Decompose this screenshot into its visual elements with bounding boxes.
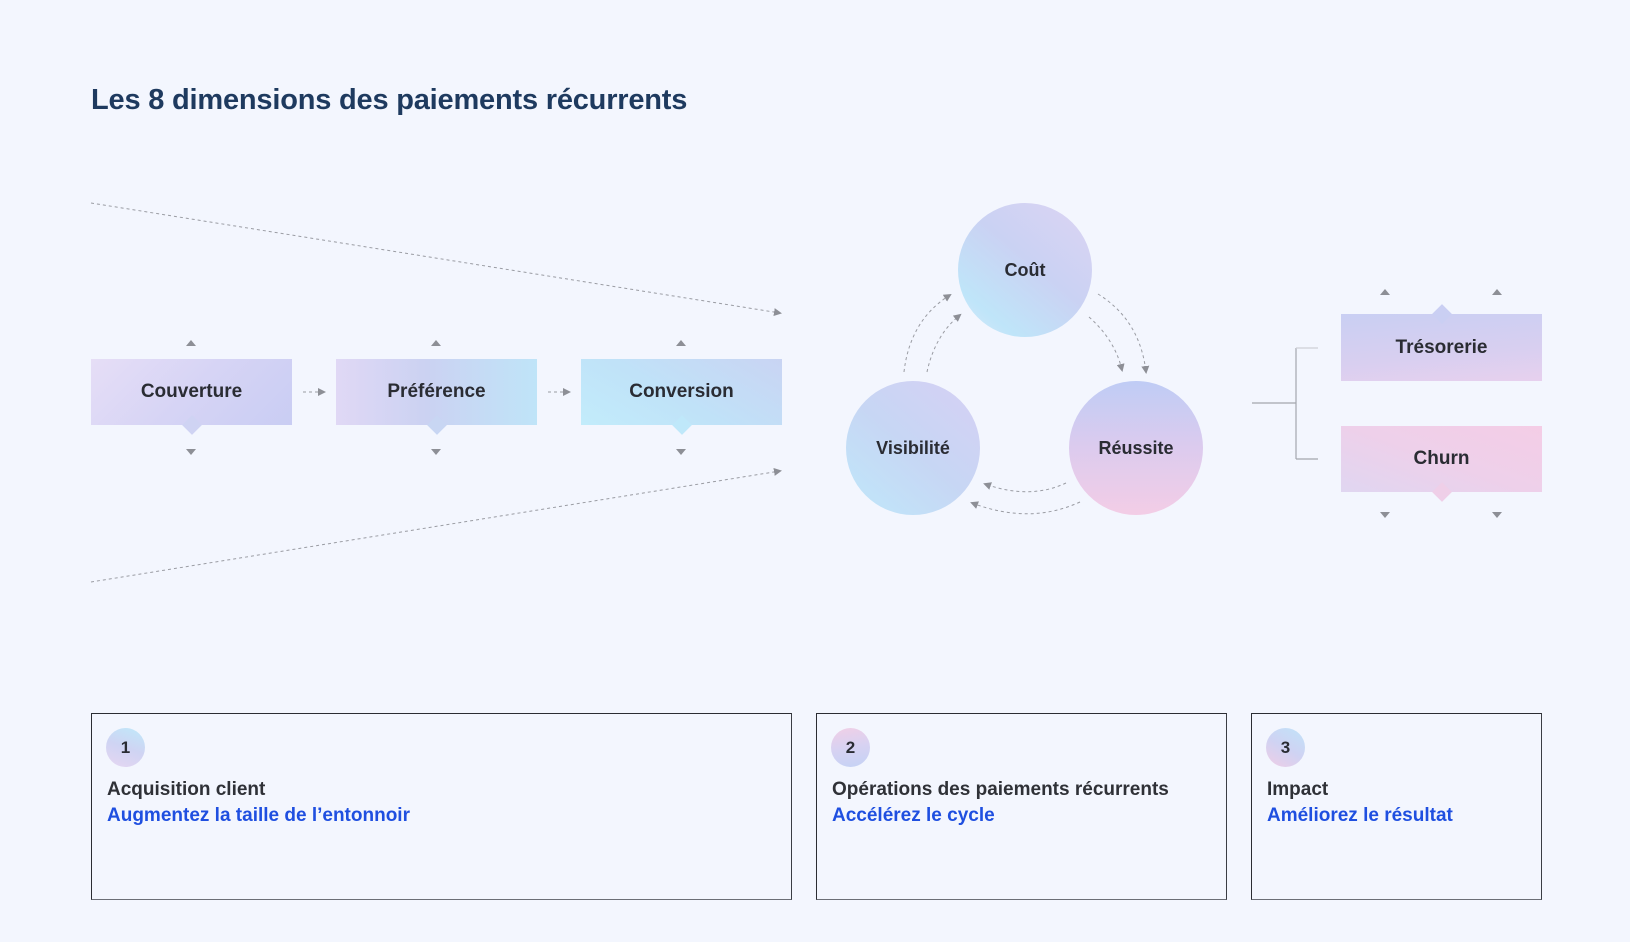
arrow-up-icon [676,340,686,346]
cycle-node-label: Réussite [1098,437,1174,458]
funnel-stage-label: Couverture [140,381,243,402]
cycle-node-visibilite: Visibilité [846,381,980,515]
step-number-badge: 1 [106,728,145,767]
arrow-up-icon [186,340,196,346]
funnel-stage-conversion: Conversion [581,359,782,435]
impact-item-churn: Churn [1341,426,1542,502]
card-heading: Acquisition client [107,779,266,800]
impact-item-label: Trésorerie [1395,336,1488,358]
page-title: Les 8 dimensions des paiements récurrent… [91,84,688,116]
arrow-down-icon [1380,512,1390,518]
arrow-visibilite-cout-outer [903,293,952,373]
arrow-cout-reussite-outer [1097,293,1150,374]
cycle-node-reussite: Réussite [1069,381,1203,515]
arrow-visibilite-cout-inner [926,313,962,373]
arrow-up-icon [1380,289,1390,295]
funnel-stage-label: Préférence [387,381,486,402]
funnel-top-line [90,202,782,317]
arrow-up-icon [1492,289,1502,295]
impact-item-label: Churn [1413,448,1470,469]
card-subheading: Augmentez la taille de l’entonnoir [107,805,410,826]
impact-item-tresorerie: Trésorerie [1341,304,1542,381]
arrow-reussite-visibilite-outer [970,501,1081,515]
category-card-impact: 3 Impact Améliorez le résultat [1251,713,1542,900]
step-number: 3 [1280,737,1291,757]
step-number: 1 [120,737,131,757]
cycle-node-cout: Coût [958,203,1092,337]
category-card-operations: 2 Opérations des paiements récurrents Ac… [816,713,1227,900]
card-heading: Impact [1267,779,1329,800]
arrow-up-icon [431,340,441,346]
card-subheading: Améliorez le résultat [1267,805,1453,826]
cycle-node-label: Coût [1004,259,1046,280]
step-number: 2 [845,737,856,757]
card-subheading: Accélérez le cycle [832,805,995,826]
arrow-reussite-visibilite-inner [983,482,1067,493]
arrow-down-icon [1492,512,1502,518]
card-heading: Opérations des paiements récurrents [832,779,1169,800]
arrow-down-icon [186,449,196,455]
arrow-down-icon [431,449,441,455]
cycle-node-label: Visibilité [876,437,950,458]
arrow-down-icon [676,449,686,455]
arrow-cout-reussite-inner [1088,316,1125,372]
funnel-bottom-line [90,468,782,583]
step-number-badge: 3 [1266,728,1305,767]
funnel-stage-preference: Préférence [336,359,537,435]
step-number-badge: 2 [831,728,870,767]
funnel-stage-label: Conversion [629,381,734,402]
category-card-acquisition: 1 Acquisition client Augmentez la taille… [91,713,792,900]
impact-bracket [1252,347,1318,460]
funnel-stage-couverture: Couverture [91,359,292,435]
